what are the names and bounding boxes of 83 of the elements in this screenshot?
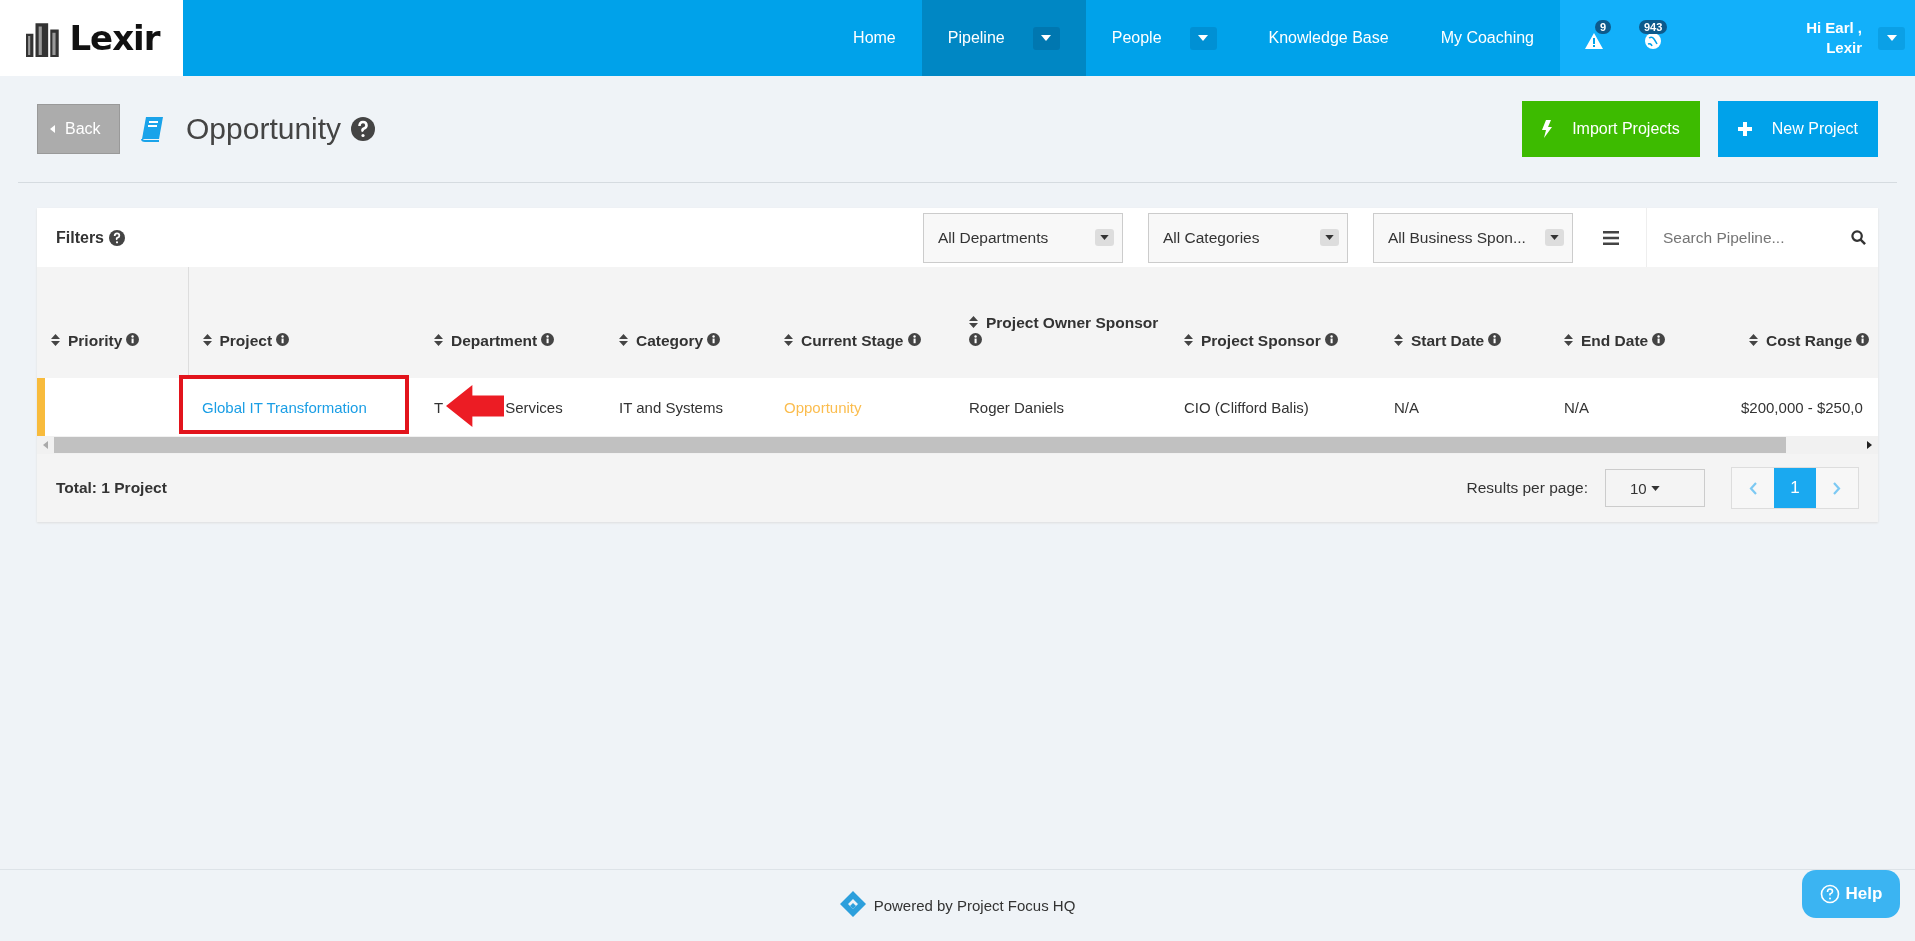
search-icon xyxy=(1851,230,1866,245)
table-cell: T xyxy=(434,398,444,416)
sort-icon[interactable] xyxy=(619,334,628,346)
sort-icon[interactable] xyxy=(1749,334,1758,346)
warning-icon[interactable] xyxy=(1585,33,1603,49)
sort-icon[interactable] xyxy=(784,334,793,346)
info-icon xyxy=(969,333,982,346)
user-org: Lexir xyxy=(1826,38,1862,58)
page-title: Opportunity xyxy=(186,112,342,146)
scroll-right-icon[interactable] xyxy=(1867,441,1872,449)
plus-icon xyxy=(1737,122,1752,136)
info-icon xyxy=(1856,333,1870,346)
info-icon xyxy=(1488,333,1502,346)
caret-icon xyxy=(1886,35,1897,41)
notification-count: 943 xyxy=(1639,20,1668,34)
table-cell: N/A xyxy=(1380,378,1550,436)
caret-icon xyxy=(50,125,55,133)
info-icon xyxy=(1652,333,1666,346)
table-cell: Services xyxy=(505,398,563,416)
column-header[interactable]: Current Stage xyxy=(801,332,904,349)
book-icon xyxy=(140,116,164,142)
horizontal-scrollbar[interactable] xyxy=(37,436,1878,454)
help-icon[interactable] xyxy=(109,229,125,246)
sort-icon[interactable] xyxy=(1564,334,1573,346)
table-cell: IT and Systems xyxy=(605,378,770,436)
logo-text: Lexir xyxy=(69,18,160,58)
column-header[interactable]: End Date xyxy=(1581,332,1649,349)
table-cell: N/A xyxy=(1550,378,1735,436)
caret-icon xyxy=(1041,35,1052,41)
filter-dropdown[interactable]: All Business Spon... xyxy=(1373,212,1573,263)
info-icon xyxy=(907,333,921,346)
chevron-right-icon xyxy=(1833,481,1841,495)
chevron-left-icon xyxy=(1749,481,1757,495)
info-icon xyxy=(541,333,555,346)
search-field[interactable]: Search Pipeline... xyxy=(1661,227,1851,248)
sort-icon[interactable] xyxy=(1184,334,1193,346)
help-icon xyxy=(1819,884,1840,904)
dropdown-toggle[interactable] xyxy=(1032,26,1060,50)
sort-icon[interactable] xyxy=(434,334,443,346)
filter-dropdown[interactable]: All Departments xyxy=(923,212,1123,263)
sort-icon[interactable] xyxy=(202,334,212,346)
column-header[interactable]: Department xyxy=(451,332,538,349)
dropdown-toggle[interactable] xyxy=(1189,26,1217,50)
column-header[interactable]: Priority xyxy=(68,332,123,349)
results-per-page-label: Results per page: xyxy=(1466,479,1588,497)
sort-icon[interactable] xyxy=(969,316,978,328)
table-cell: Roger Daniels xyxy=(955,378,1170,436)
caret-icon xyxy=(1650,485,1660,491)
pointer-arrow xyxy=(446,384,504,428)
notification-count: 9 xyxy=(1595,20,1612,34)
globe-icon[interactable] xyxy=(1645,33,1661,49)
table-cell: $200,000 - $250,0 xyxy=(1735,378,1878,436)
help-icon[interactable] xyxy=(351,117,376,141)
column-header[interactable]: Project Owner Sponsor xyxy=(986,314,1159,331)
total-count: Total: 1 Project xyxy=(56,479,167,497)
sort-icon[interactable] xyxy=(51,334,60,346)
caret-icon xyxy=(1545,229,1564,246)
filter-dropdown[interactable]: All Categories xyxy=(1148,212,1348,263)
table-cell: CIO (Clifford Balis) xyxy=(1170,378,1380,436)
column-header[interactable]: Start Date xyxy=(1411,332,1485,349)
per-page-dropdown[interactable]: 10 xyxy=(1605,469,1705,507)
lightning-icon xyxy=(1542,120,1553,138)
column-header[interactable]: Project Sponsor xyxy=(1201,332,1321,349)
stage-cell: Opportunity xyxy=(770,378,955,436)
caret-icon xyxy=(1198,35,1209,41)
column-header[interactable]: Category xyxy=(636,332,704,349)
caret-icon xyxy=(1320,229,1339,246)
sort-icon[interactable] xyxy=(1394,334,1403,346)
brand-icon xyxy=(839,891,866,919)
caret-icon xyxy=(1095,229,1114,246)
column-header[interactable]: Project xyxy=(219,332,273,349)
nav-tab[interactable]: Pipeline xyxy=(921,0,1086,76)
info-icon xyxy=(126,333,140,346)
logo[interactable]: Lexir xyxy=(0,0,183,76)
footer-text: Powered by Project Focus HQ xyxy=(873,896,1076,914)
column-header[interactable]: Cost Range xyxy=(1766,332,1853,349)
info-icon xyxy=(276,333,290,346)
info-icon xyxy=(1324,333,1338,346)
user-menu-toggle[interactable] xyxy=(1878,26,1905,50)
user-greeting: Hi Earl , xyxy=(1806,18,1862,38)
info-icon xyxy=(707,333,721,346)
filters-label: Filters xyxy=(56,228,104,247)
menu-icon[interactable] xyxy=(1603,230,1619,245)
